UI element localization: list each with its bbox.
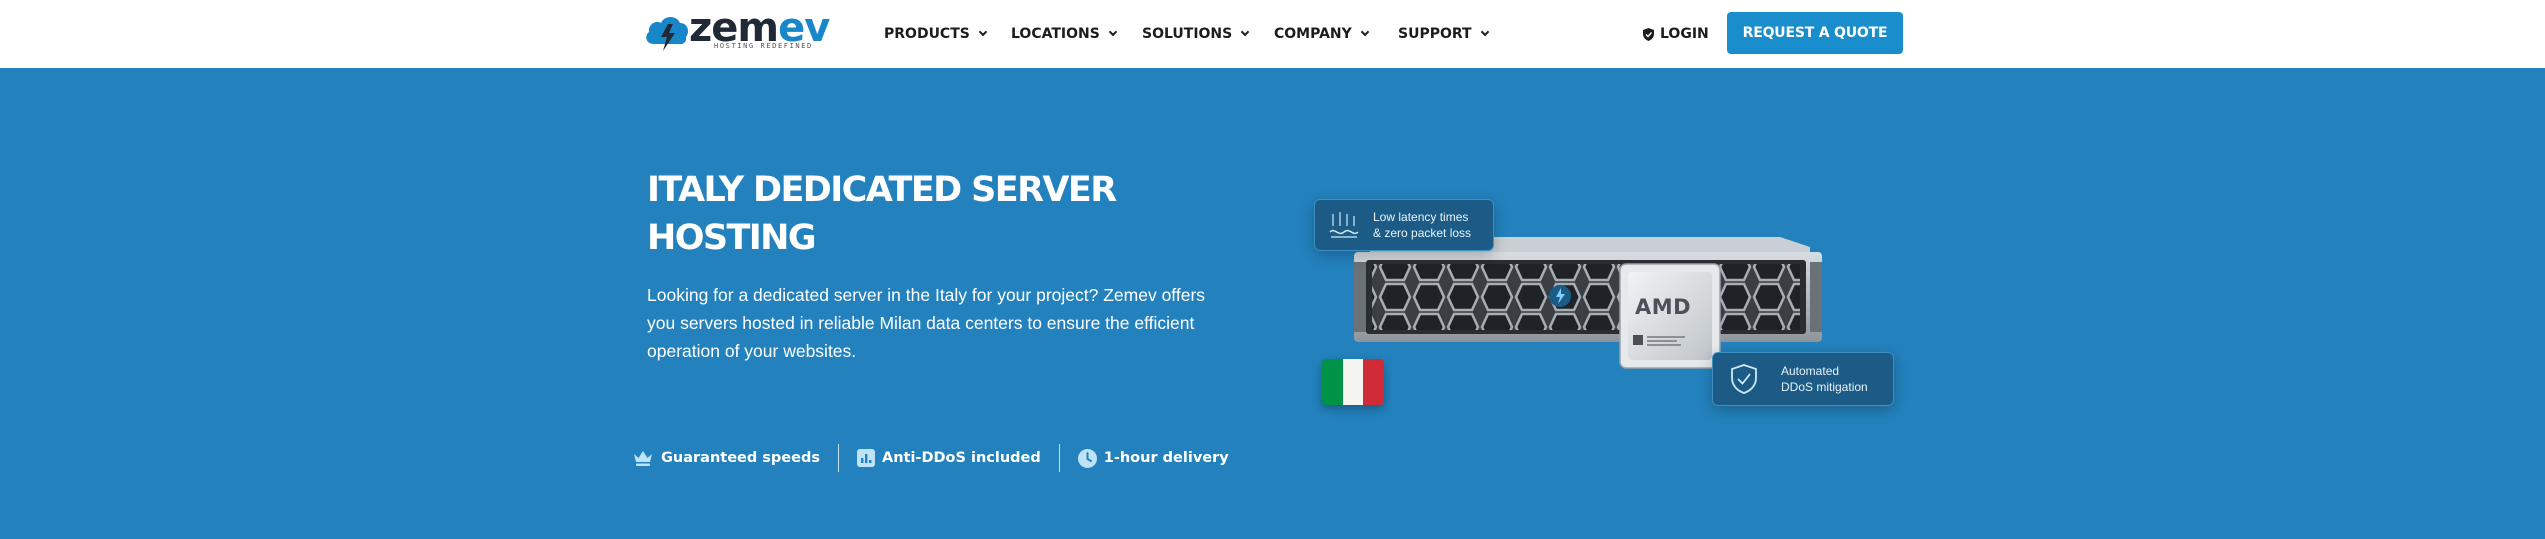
feature-guaranteed-speeds: Guaranteed speeds [632, 449, 820, 467]
logo-tagline: HOSTING REDEFINED [714, 42, 813, 50]
shield-check-icon [1731, 364, 1757, 394]
feature-label: Anti-DDoS included [881, 450, 1041, 466]
nav-support-label: SUPPORT [1398, 26, 1472, 42]
request-quote-button[interactable]: REQUEST A QUOTE [1727, 12, 1903, 54]
login-link[interactable]: LOGIN [1643, 0, 1709, 68]
nav-locations[interactable]: LOCATIONS [1011, 0, 1118, 68]
feature-label: Guaranteed speeds [661, 450, 820, 466]
chip-brand: AMD [1635, 295, 1692, 319]
feature-label: 1-hour delivery [1103, 450, 1229, 466]
feature-list: Guaranteed speeds Anti-DDoS included 1-h… [632, 442, 1229, 474]
nav-support[interactable]: SUPPORT [1398, 0, 1489, 68]
feature-one-hour-delivery: 1-hour delivery [1077, 448, 1229, 468]
chart-icon [856, 449, 875, 467]
hero-description: Looking for a dedicated server in the It… [647, 281, 1207, 365]
chevron-down-icon [978, 27, 988, 36]
chevron-down-icon [1240, 27, 1250, 36]
nav-locations-label: LOCATIONS [1011, 26, 1100, 42]
crown-icon [634, 451, 652, 466]
ddos-card-line: Automated [1781, 364, 1840, 378]
nav-solutions[interactable]: SOLUTIONS [1142, 0, 1250, 68]
latency-card-line: & zero packet loss [1373, 226, 1472, 240]
site-header: zemev HOSTING REDEFINED PRODUCTS LOCATIO… [0, 0, 2545, 68]
shield-icon [1643, 27, 1654, 41]
flag-green-stripe [1322, 359, 1343, 405]
nav-products-label: PRODUCTS [884, 26, 970, 42]
chevron-down-icon [1108, 27, 1118, 36]
latency-card: Low latency times & zero packet loss [1314, 199, 1494, 251]
nav-company[interactable]: COMPANY [1274, 0, 1370, 68]
divider [1058, 444, 1060, 472]
ddos-card: Automated DDoS mitigation [1712, 352, 1894, 406]
login-label: LOGIN [1660, 26, 1709, 42]
signal-waves-icon [1329, 212, 1359, 238]
hero-title-line: ITALY DEDICATED SERVER [647, 170, 1117, 210]
hero-illustration: AMD Low latency times & zero packet loss… [1310, 192, 1910, 422]
zemev-logo[interactable]: zemev HOSTING REDEFINED [644, 6, 844, 56]
clock-icon [1077, 448, 1097, 468]
flag-red-stripe [1363, 359, 1384, 405]
chevron-down-icon [1480, 27, 1489, 36]
hero-title: ITALY DEDICATED SERVER HOSTING [647, 166, 1207, 262]
italy-flag [1322, 359, 1384, 405]
nav-solutions-label: SOLUTIONS [1142, 26, 1233, 42]
feature-anti-ddos: Anti-DDoS included [856, 449, 1041, 467]
hero-description-line: Looking for a dedicated server in the It… [647, 285, 1206, 305]
ddos-card-line: DDoS mitigation [1781, 380, 1868, 394]
cloud-lightning-icon [646, 17, 688, 51]
latency-card-line: Low latency times [1373, 210, 1469, 224]
chevron-down-icon [1360, 27, 1370, 36]
hero-description-line: you servers hosted in reliable Milan dat… [647, 313, 1195, 333]
nav-products[interactable]: PRODUCTS [884, 0, 988, 68]
hero-title-line: HOSTING [647, 218, 817, 258]
flag-white-stripe [1342, 359, 1364, 405]
hero-description-line: operation of your websites. [647, 341, 857, 361]
divider [837, 444, 839, 472]
nav-company-label: COMPANY [1274, 26, 1352, 42]
